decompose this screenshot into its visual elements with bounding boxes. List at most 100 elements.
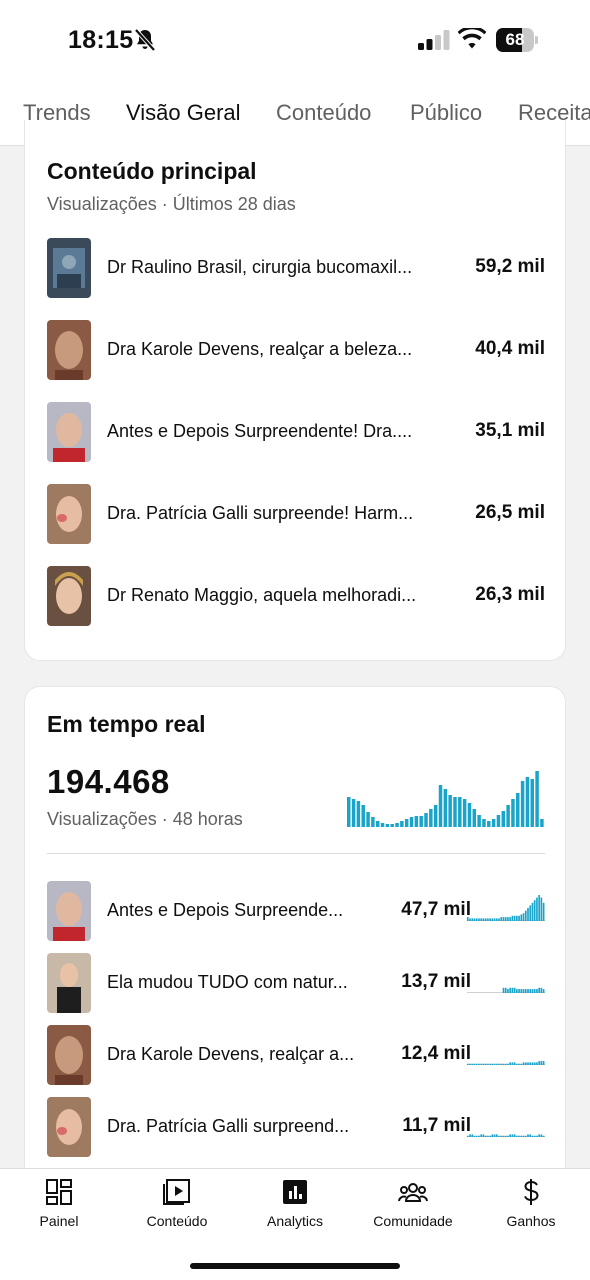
top-content-row[interactable]: Antes e Depois Surpreendente! Dra.... 35… [47,402,545,462]
sparkline-bar [538,1061,540,1065]
video-sparkline [467,987,545,993]
sparkline-bar [536,1135,538,1137]
sparkline-bar [480,1063,483,1065]
realtime-bar [356,801,361,827]
sparkline-bar [467,1063,469,1065]
sparkline-bar [493,1134,496,1137]
realtime-row[interactable]: Dra. Patrícia Galli surpreend... 11,7 mi… [47,1097,545,1157]
nav-item-analytics[interactable]: Analytics [236,1177,354,1229]
sparkline-bar [509,917,512,921]
analytics-icon [283,1180,307,1204]
realtime-row[interactable]: Antes e Depois Surpreende... 47,7 mil [47,881,545,941]
nav-item-painel[interactable]: Painel [0,1177,118,1229]
realtime-bar [347,797,351,827]
sparkline-bar [518,915,520,921]
sparkline-bar [509,1062,512,1065]
top-content-row[interactable]: Dra. Patrícia Galli surpreende! Harm... … [47,484,545,544]
sparkline-bar [540,1134,543,1137]
sparkline-bar [527,1062,529,1065]
realtime-bar [530,779,534,827]
sparkline-bar [480,1134,483,1137]
video-views: 26,3 mil [475,584,545,605]
sparkline-bar [507,1063,509,1065]
sparkline-bar [507,989,509,993]
sparkline-bar [527,908,529,921]
sparkline-bar [469,918,471,921]
sparkline-bar [495,1063,498,1065]
sparkline-bar [502,1063,505,1065]
realtime-bar [525,777,530,827]
sparkline-bar [540,897,543,921]
realtime-bar [540,819,544,827]
sparkline-bar [504,1135,507,1137]
sparkline-bar [513,1062,516,1065]
sparkline-bar [489,918,491,921]
sparkline-bar [533,1062,536,1065]
video-views: 35,1 mil [475,420,545,441]
video-thumbnail [47,953,91,1013]
nav-item-ganhos[interactable]: Ganhos [472,1177,590,1229]
video-sparkline [467,1061,545,1065]
bottom-nav: Painel Conteúdo Analytics Comunidade Gan… [0,1168,590,1280]
nav-item-comunidade[interactable]: Comunidade [354,1177,472,1229]
sparkline-bar [480,918,483,921]
realtime-bar [453,797,457,827]
top-content-row[interactable]: Dr Renato Maggio, aquela melhoradi... 26… [47,566,545,626]
divider [47,853,545,854]
realtime-row[interactable]: Dra Karole Devens, realçar a... 12,4 mil [47,1025,545,1085]
video-title: Dr Raulino Brasil, cirurgia bucomaxil... [107,257,413,277]
realtime-card: Em tempo real 194.468 Visualizações · 48… [24,686,566,1206]
realtime-bar [491,819,496,827]
sparkline-bar [511,987,514,993]
top-content-title: Conteúdo principal [47,158,257,184]
realtime-bar [462,799,467,827]
video-views: 11,7 mil [402,1115,471,1136]
realtime-bar [516,793,520,827]
sparkline-bar [502,1135,505,1137]
sparkline-bar [536,989,538,993]
sparkline-bar [495,918,498,921]
nav-label: Analytics [266,1213,324,1229]
top-content-row[interactable]: Dr Raulino Brasil, cirurgia bucomaxil...… [47,238,545,298]
sparkline-bar [513,987,516,993]
video-views: 12,4 mil [401,1043,471,1064]
realtime-bar [443,789,448,827]
video-title: Dra. Patrícia Galli surpreend... [107,1116,350,1136]
sparkline-bar [516,915,518,921]
sparkline-bar [524,989,527,993]
realtime-bar [390,824,394,827]
realtime-bar-chart [347,771,544,827]
sparkline-bar [531,989,534,993]
realtime-title: Em tempo real [47,711,206,737]
sparkline-bar [542,902,545,921]
nav-item-conteudo[interactable]: Conteúdo [118,1177,236,1229]
realtime-row[interactable]: Ela mudou TUDO com natur... 13,7 mil [47,953,545,1013]
sparkline-bar [533,900,536,921]
sparkline-bar [522,1062,525,1065]
sparkline-bar [500,1135,503,1137]
content-icon [163,1179,190,1205]
video-views: 13,7 mil [401,971,471,992]
sparkline-bar [484,1135,487,1137]
sparkline-bar [498,1063,500,1065]
realtime-bar [351,799,356,827]
sparkline-bar [473,918,476,921]
sparkline-bar [475,1063,478,1065]
wifi-icon [458,28,486,49]
realtime-bar [419,816,423,827]
top-content-row[interactable]: Dra Karole Devens, realçar a beleza... 4… [47,320,545,380]
nav-label: Painel [39,1213,79,1229]
battery-percent: 68 [505,30,525,49]
sparkline-bar [529,1134,532,1137]
sparkline-bar [520,914,523,921]
video-title: Dra Karole Devens, realçar a beleza... [107,339,413,359]
top-content-card: Conteúdo principal Visualizações · Últim… [24,120,566,661]
sparkline-bar [507,917,509,921]
video-title: Antes e Depois Surpreendente! Dra.... [107,421,413,441]
realtime-bar [395,823,399,827]
sparkline-bar [520,1135,523,1137]
video-views: 26,5 mil [475,502,545,523]
sparkline-bar [524,1135,527,1137]
sparkline-bar [473,1135,476,1137]
sparkline-bar [478,1063,480,1065]
